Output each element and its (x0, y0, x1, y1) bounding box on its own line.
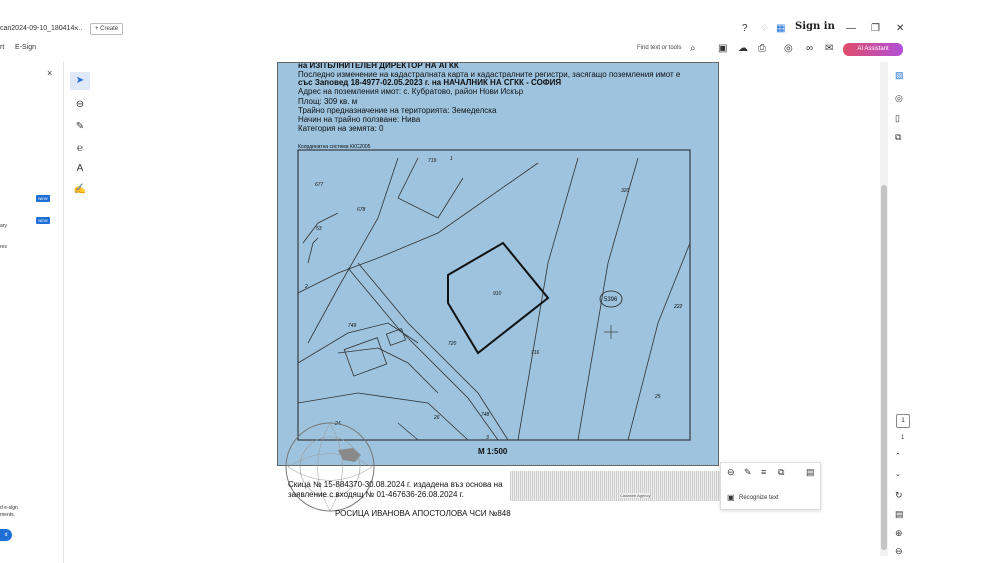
parcel-label: 716 (531, 350, 540, 356)
parcel-label: 748 (481, 412, 490, 418)
parcel-label: 1 (450, 156, 453, 162)
panel-item-label[interactable]: ary (0, 223, 7, 229)
text-edit-icon[interactable]: ≡ (761, 467, 766, 477)
zoom-in-icon[interactable]: ⊕ (895, 528, 903, 539)
new-badge: NEW (36, 195, 50, 202)
text-recognition-popup: ⊖ ✎ ≡ ⧉ ▤ ▣ Recognize text (720, 462, 821, 510)
search-icon[interactable]: ⌕ (690, 42, 696, 56)
parcel-label: 3 (486, 435, 489, 441)
scrollbar-thumb[interactable] (881, 185, 887, 550)
parcel-label: 910 (493, 291, 502, 297)
panel-footer-text: d e-sign (0, 505, 18, 511)
page-number-input[interactable]: 1 (896, 414, 910, 428)
cadastral-map: на ИЗПЪЛНИТЕЛЕН ДИРЕКТОР НА АГКК Последн… (277, 62, 719, 466)
official-seal (285, 422, 375, 512)
panel-footer-text: ments. (0, 512, 16, 518)
comment-icon[interactable]: ⊖ (727, 467, 735, 478)
text-box-icon[interactable]: A (70, 160, 90, 178)
save-icon[interactable]: ▣ (718, 42, 727, 56)
sign-in-button[interactable]: Sign in (795, 21, 835, 32)
edit-pdf-icon[interactable]: ▧ (895, 70, 904, 81)
comment-icon[interactable]: ⊖ (70, 96, 90, 114)
print-icon[interactable]: ⎙ (758, 42, 766, 56)
parcel-label: 5396 (604, 297, 618, 303)
parcel-label: 678 (357, 207, 366, 213)
upload-cloud-icon[interactable]: ☁ (738, 42, 748, 56)
recognize-text-button[interactable]: Recognize text (739, 495, 779, 501)
left-panel: × NEW NEW ary res d e-sign ments. d (0, 62, 64, 563)
pen-icon[interactable]: ✎ (744, 467, 752, 478)
parcel-label: 320 (621, 188, 630, 194)
email-icon[interactable]: ✉ (825, 42, 833, 56)
menu-item-esign[interactable]: E-Sign (15, 44, 36, 51)
new-badge: NEW (36, 217, 50, 224)
apps-grid-icon[interactable]: ▦ (776, 22, 785, 36)
ai-assistant-button[interactable]: AI Assistant (843, 43, 903, 56)
title-bar: can2024-09-10_180414-... × + Create ? ♢ … (0, 18, 1000, 40)
vertical-scrollbar[interactable] (880, 62, 888, 556)
parcel-label: 53 (316, 226, 322, 232)
copy-icon[interactable]: ⧉ (778, 467, 784, 478)
sign-icon[interactable]: ✍ (70, 181, 90, 199)
rotate-icon[interactable]: ↻ (895, 490, 903, 501)
application-number: заявление с входящ № 01-467636-26.08.202… (288, 490, 464, 499)
lasso-icon[interactable]: ℮ (70, 140, 90, 158)
parcel-label: 2 (304, 284, 308, 290)
note-icon[interactable]: ▤ (806, 467, 815, 478)
acrobat-window: can2024-09-10_180414-... × + Create ? ♢ … (0, 0, 1000, 563)
parcel-label: 720 (448, 341, 457, 347)
zoom-out-icon[interactable]: ⊖ (895, 546, 903, 557)
parcel-label: 677 (315, 182, 324, 188)
legal-note: Cadastre Agency (510, 471, 720, 501)
chevron-down-icon[interactable]: ⌄ (895, 470, 901, 478)
parcel-label: 222 (673, 304, 683, 310)
tab-title: can2024-09-10_180414-... (0, 25, 83, 32)
help-icon[interactable]: ? (742, 22, 748, 36)
page-fit-icon[interactable]: ▤ (895, 509, 904, 520)
bell-icon[interactable]: ♢ (760, 22, 769, 36)
link-icon[interactable]: ∞ (806, 42, 813, 56)
close-window-button[interactable]: ✕ (896, 22, 904, 36)
recognize-text-icon: ▣ (727, 493, 735, 502)
parcel-label: 26 (433, 415, 440, 421)
parcel-label: 719 (428, 158, 437, 164)
comment-search-icon[interactable]: ◎ (895, 93, 903, 104)
menu-bar: rt E-Sign Find text or tools ⌕ ▣ ☁ ⎙ ◎ ∞… (0, 42, 1000, 58)
minimize-button[interactable]: — (846, 22, 856, 36)
pen-icon[interactable]: ✎ (70, 118, 90, 136)
annotation-toolbar: ➤ ⊖ ✎ ℮ A ✍ (70, 66, 90, 201)
select-cursor-icon[interactable]: ➤ (70, 72, 90, 90)
tab-close-icon[interactable]: × (74, 20, 79, 38)
parcel-label: 25 (654, 394, 661, 400)
panel-action-button[interactable]: d (0, 529, 12, 541)
panel-close-icon[interactable]: × (47, 68, 52, 78)
fill-sign-icon[interactable]: ▯ (895, 113, 900, 124)
chevron-up-icon[interactable]: ⌃ (895, 452, 901, 460)
map-drawing: 719 1 677 678 53 320 910 5396 222 2 749 … (297, 149, 691, 441)
create-button[interactable]: + Create (90, 23, 124, 35)
find-text-input[interactable]: Find text or tools (637, 45, 681, 51)
document-tab[interactable]: can2024-09-10_180414-... × (0, 20, 88, 38)
menu-item-convert[interactable]: rt (0, 44, 4, 51)
page-count: 1 (901, 435, 905, 441)
map-scale: М 1:500 (478, 447, 508, 456)
maximize-button[interactable]: ❐ (871, 22, 880, 36)
pages-icon[interactable]: ⧉ (895, 132, 901, 143)
sketch-number: Скица № 15-884370-30.08.2024 г. издадена… (288, 480, 503, 489)
comment-search-icon[interactable]: ◎ (784, 42, 793, 56)
signatory-name: РОСИЦА ИВАНОВА АПОСТОЛОВА ЧСИ №848 (335, 509, 511, 518)
panel-item-label[interactable]: res (0, 244, 7, 250)
parcel-label: 749 (348, 323, 357, 329)
